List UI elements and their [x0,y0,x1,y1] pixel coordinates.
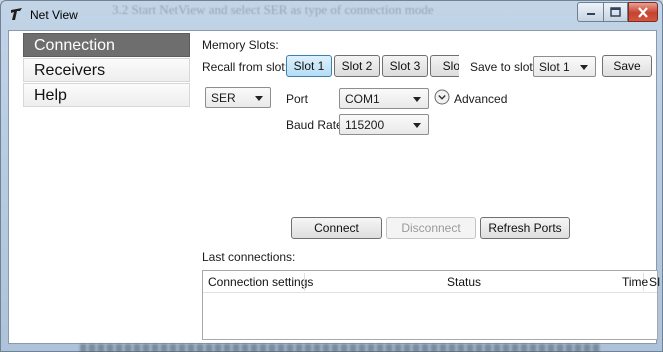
side-nav: Connection Receivers Help [23,33,190,108]
port-label: Port [286,92,309,106]
nav-item-help[interactable]: Help [23,83,190,107]
maximize-icon [610,7,621,17]
chevron-down-icon [580,65,588,70]
close-button[interactable] [628,2,658,22]
column-divider [304,273,305,291]
chevron-down-icon [413,123,421,128]
last-connections-label: Last connections: [202,250,296,264]
chevron-down-icon [413,97,421,102]
minimize-button[interactable] [577,2,603,22]
slot-3-button[interactable]: Slot 3 [382,55,428,77]
slot-4-button[interactable]: Slot [430,55,459,77]
title-bar[interactable]: Net View 3.2 Start NetView and select SE… [0,0,663,30]
slot-tabs: Slot 1 Slot 2 Slot 3 Slot [286,55,459,77]
minimize-icon [586,13,595,15]
refresh-ports-button[interactable]: Refresh Ports [480,217,570,239]
app-logo-icon [11,8,22,20]
port-value: COM1 [345,92,380,106]
connect-button[interactable]: Connect [291,217,382,239]
baud-rate-select[interactable]: 115200 [339,114,429,135]
table-header: Connection settings Status Time SI [203,271,660,293]
save-button[interactable]: Save [602,55,652,77]
save-slot-select[interactable]: Slot 1 [533,56,596,77]
nav-item-receivers[interactable]: Receivers [23,58,190,82]
slot-2-button[interactable]: Slot 2 [334,55,380,77]
expand-advanced-icon[interactable] [434,89,450,105]
connection-type-value: SER [211,91,236,105]
baud-rate-value: 115200 [345,118,385,132]
column-si[interactable]: SI [649,275,660,289]
connection-type-select[interactable]: SER [205,87,271,108]
column-time[interactable]: Time [622,275,648,289]
advanced-label[interactable]: Advanced [454,92,507,106]
window-title: Net View [30,8,78,22]
slot-1-button[interactable]: Slot 1 [286,55,332,77]
baud-rate-label: Baud Rate [286,118,343,132]
disconnect-button: Disconnect [386,217,476,239]
nav-item-connection[interactable]: Connection [23,33,190,57]
background-document-footer [80,344,600,352]
maximize-button[interactable] [603,2,628,22]
save-to-slot-label: Save to slot: [470,60,537,74]
last-connections-table[interactable]: Connection settings Status Time SI [202,270,660,340]
column-connection-settings[interactable]: Connection settings [208,275,313,289]
close-icon [638,6,648,18]
port-select[interactable]: COM1 [339,88,429,109]
recall-from-slot-label: Recall from slot: [202,60,289,74]
memory-slots-label: Memory Slots: [202,38,279,52]
chevron-down-icon [255,96,263,101]
column-status[interactable]: Status [447,275,481,289]
save-slot-value: Slot 1 [539,60,570,74]
background-document-text: 3.2 Start NetView and select SER as type… [112,2,434,17]
